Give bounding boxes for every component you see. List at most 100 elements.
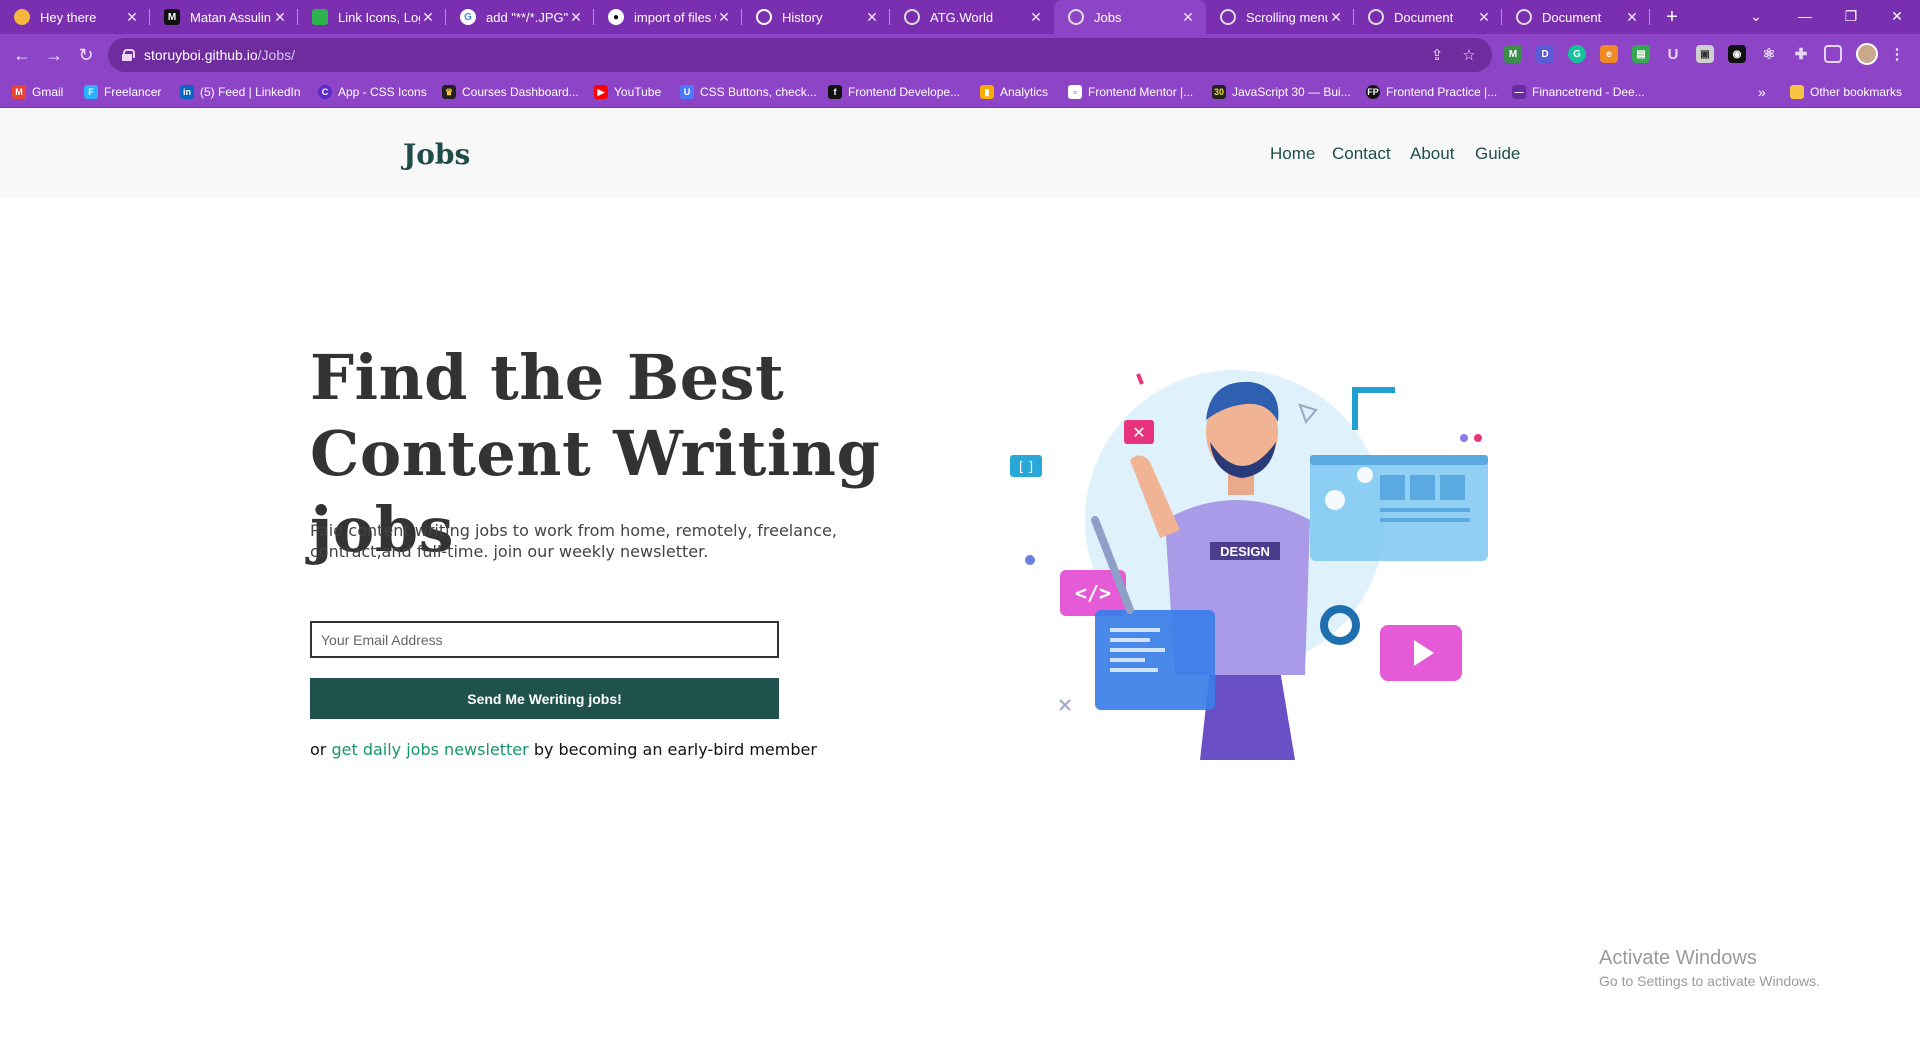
- tab-history[interactable]: History ✕: [742, 0, 890, 34]
- panel-dot: [1325, 490, 1345, 510]
- bookmark-css-icons[interactable]: C App - CSS Icons: [318, 82, 427, 102]
- tab-github-import[interactable]: ● import of files w ✕: [594, 0, 742, 34]
- panel-tile: [1410, 475, 1435, 500]
- tab-hey-there[interactable]: Hey there ✕: [0, 0, 150, 34]
- bookmark-frontend-mentor[interactable]: ▫ Frontend Mentor |...: [1068, 82, 1193, 102]
- tab-scrolling-menu[interactable]: Scrolling menu ✕: [1206, 0, 1354, 34]
- address-bar[interactable]: storuyboi.github.io/Jobs/ ⇪ ☆: [108, 38, 1492, 72]
- forward-button[interactable]: →: [42, 43, 66, 67]
- minimize-button[interactable]: —: [1782, 0, 1828, 32]
- extension-u-icon[interactable]: U: [1664, 45, 1682, 63]
- tab-strip: Hey there ✕ M Matan Assulin | ✕ Link Ico…: [0, 0, 1920, 34]
- tab-title: Scrolling menu: [1246, 9, 1328, 25]
- tab-matan-assulin[interactable]: M Matan Assulin | ✕: [150, 0, 298, 34]
- bookmark-frontend-practice[interactable]: FP Frontend Practice |...: [1366, 82, 1497, 102]
- globe-icon: [1068, 9, 1084, 25]
- browser-toolbar: ← → ↻ storuyboi.github.io/Jobs/ ⇪ ☆ M D …: [0, 34, 1920, 76]
- more-bookmarks-button[interactable]: »: [1758, 82, 1766, 102]
- design-badge-text: DESIGN: [1220, 544, 1270, 559]
- newsletter-line: or get daily jobs newsletter by becoming…: [310, 740, 817, 759]
- github-icon: ●: [608, 9, 624, 25]
- page-viewport: Jobs Home Contact About Guide Find the B…: [0, 108, 1920, 1040]
- close-tab-icon[interactable]: ✕: [1028, 9, 1044, 25]
- tab-document-2[interactable]: Document ✕: [1502, 0, 1650, 34]
- close-tab-icon[interactable]: ✕: [1476, 9, 1492, 25]
- new-tab-button[interactable]: +: [1660, 6, 1684, 28]
- bookmark-label: Frontend Practice |...: [1386, 85, 1498, 99]
- sun-icon: [14, 9, 30, 25]
- bookmark-label: Other bookmarks: [1810, 85, 1903, 99]
- extension-green-icon[interactable]: ▤: [1632, 45, 1650, 63]
- close-tab-icon[interactable]: ✕: [1180, 9, 1196, 25]
- watermark-subtitle: Go to Settings to activate Windows.: [1599, 973, 1820, 989]
- daily-newsletter-link[interactable]: get daily jobs newsletter: [331, 740, 528, 759]
- close-tab-icon[interactable]: ✕: [124, 9, 140, 25]
- lock-icon: [122, 49, 135, 61]
- globe-icon: [904, 9, 920, 25]
- bookmark-frontend-developer[interactable]: f Frontend Develope...: [828, 82, 960, 102]
- share-icon[interactable]: ⇪: [1428, 46, 1446, 64]
- tab-google-search[interactable]: G add "**/*.JPG" t ✕: [446, 0, 594, 34]
- back-button[interactable]: ←: [10, 43, 34, 67]
- extension-grey-icon[interactable]: ▣: [1696, 45, 1714, 63]
- bookmark-label: (5) Feed | LinkedIn: [200, 85, 301, 99]
- bookmark-financetrend[interactable]: — Financetrend - Dee...: [1512, 82, 1645, 102]
- close-tab-icon[interactable]: ✕: [1328, 9, 1344, 25]
- restore-button[interactable]: ❐: [1828, 0, 1874, 32]
- extensions-puzzle-icon[interactable]: ✚: [1792, 45, 1810, 63]
- tab-link-icons[interactable]: Link Icons, Logo ✕: [298, 0, 446, 34]
- close-tab-icon[interactable]: ✕: [1624, 9, 1640, 25]
- extension-d-icon[interactable]: D: [1536, 45, 1554, 63]
- bookmark-label: Analytics: [1000, 85, 1049, 99]
- nav-contact[interactable]: Contact: [1332, 144, 1391, 164]
- site-header: Jobs Home Contact About Guide: [0, 108, 1920, 198]
- frontend-mentor-icon: ▫: [1068, 85, 1082, 99]
- react-devtools-icon[interactable]: ⚛: [1760, 45, 1778, 63]
- extension-orange-icon[interactable]: e: [1600, 45, 1618, 63]
- bookmark-label: Financetrend - Dee...: [1532, 85, 1645, 99]
- close-tab-icon[interactable]: ✕: [864, 9, 880, 25]
- bookmark-analytics[interactable]: ▮ Analytics: [980, 82, 1048, 102]
- panel-titlebar: [1310, 455, 1488, 465]
- close-tab-icon[interactable]: ✕: [716, 9, 732, 25]
- close-window-button[interactable]: ✕: [1874, 0, 1920, 32]
- nav-guide[interactable]: Guide: [1475, 144, 1520, 164]
- bookmark-linkedin[interactable]: in (5) Feed | LinkedIn: [180, 82, 301, 102]
- tab-atg-world[interactable]: ATG.World ✕: [890, 0, 1054, 34]
- bookmark-freelancer[interactable]: F Freelancer: [84, 82, 161, 102]
- bookmark-label: YouTube: [614, 85, 662, 99]
- email-field[interactable]: [310, 621, 779, 658]
- bookmark-star-icon[interactable]: ☆: [1460, 46, 1478, 64]
- site-logo[interactable]: Jobs: [403, 138, 470, 171]
- tab-document-1[interactable]: Document ✕: [1354, 0, 1502, 34]
- close-tab-icon[interactable]: ✕: [420, 9, 436, 25]
- browser-menu-icon[interactable]: ⋮: [1888, 45, 1906, 63]
- reload-button[interactable]: ↻: [74, 43, 98, 67]
- hero-subtitle: Paid content writing jobs to work from h…: [310, 521, 837, 561]
- nav-home[interactable]: Home: [1270, 144, 1315, 164]
- bookmark-courses[interactable]: ♛ Courses Dashboard...: [442, 82, 579, 102]
- send-jobs-button[interactable]: Send Me Weriting jobs!: [310, 678, 779, 719]
- close-tab-icon[interactable]: ✕: [272, 9, 288, 25]
- bookmark-javascript30[interactable]: 30 JavaScript 30 — Bui...: [1212, 82, 1351, 102]
- code-line: [1110, 658, 1145, 662]
- designer-illustration: [ ] DESIGN ✕ </>: [1010, 370, 1488, 760]
- svg-text:[ ]: [ ]: [1019, 460, 1033, 475]
- grammarly-icon[interactable]: G: [1568, 45, 1586, 63]
- extension-camera-icon[interactable]: ◉: [1728, 45, 1746, 63]
- other-bookmarks-folder[interactable]: Other bookmarks: [1790, 82, 1902, 102]
- bookmark-youtube[interactable]: ▶ YouTube: [594, 82, 661, 102]
- tab-search-icon[interactable]: ⌄: [1736, 0, 1776, 32]
- bookmark-css-buttons[interactable]: U CSS Buttons, check...: [680, 82, 817, 102]
- extension-m-icon[interactable]: M: [1504, 45, 1522, 63]
- bookmarks-bar: M Gmail F Freelancer in (5) Feed | LinkedIn…: [0, 76, 1920, 108]
- side-panel-icon[interactable]: [1824, 45, 1842, 63]
- nav-about[interactable]: About: [1410, 144, 1454, 164]
- profile-avatar[interactable]: [1856, 43, 1878, 65]
- tab-jobs[interactable]: Jobs ✕: [1054, 0, 1206, 34]
- tab-title: Hey there: [40, 9, 97, 25]
- bookmark-gmail[interactable]: M Gmail: [12, 82, 63, 102]
- bookmark-label: JavaScript 30 — Bui...: [1232, 85, 1351, 99]
- close-tab-icon[interactable]: ✕: [568, 9, 584, 25]
- panel-tile: [1440, 475, 1465, 500]
